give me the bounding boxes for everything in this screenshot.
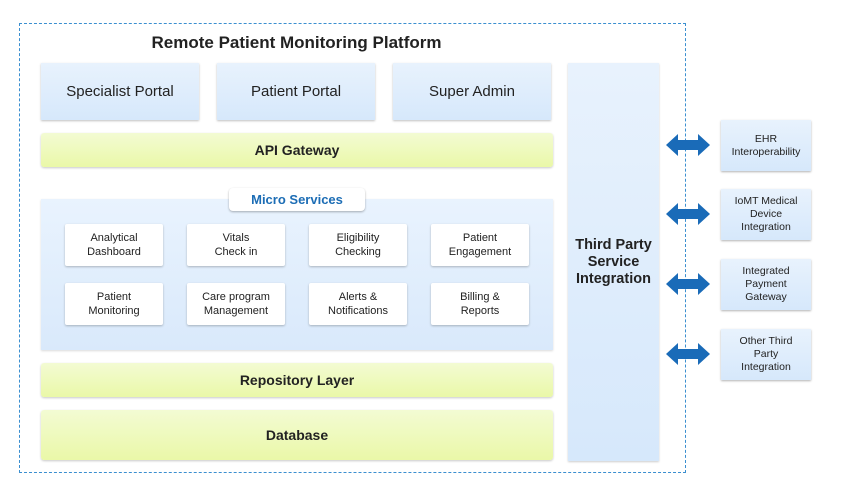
third-party-service-integration-column: Third Party Service Integration: [568, 63, 659, 461]
bidirectional-arrow-icon: [666, 273, 710, 295]
service-analytical-dashboard: Analytical Dashboard: [65, 224, 163, 266]
patient-portal-box: Patient Portal: [217, 63, 375, 120]
bidirectional-arrow-icon: [666, 134, 710, 156]
service-eligibility-checking: Eligibility Checking: [309, 224, 407, 266]
bidirectional-arrow-icon: [666, 343, 710, 365]
integration-payment-gateway: Integrated Payment Gateway: [721, 259, 811, 310]
service-care-program-management: Care program Management: [187, 283, 285, 325]
integration-other-third-party: Other Third Party Integration: [721, 329, 811, 380]
service-patient-monitoring: Patient Monitoring: [65, 283, 163, 325]
integration-ehr-interoperability: EHR Interoperability: [721, 120, 811, 171]
repository-layer: Repository Layer: [41, 363, 553, 397]
diagram-title: Remote Patient Monitoring Platform: [151, 33, 442, 52]
bidirectional-arrow-icon: [666, 203, 710, 225]
service-billing-reports: Billing & Reports: [431, 283, 529, 325]
super-admin-box: Super Admin: [393, 63, 551, 120]
micro-services-panel: [41, 199, 553, 350]
integration-iomt-medical-device: IoMT Medical Device Integration: [721, 189, 811, 240]
service-vitals-check-in: Vitals Check in: [187, 224, 285, 266]
api-gateway-layer: API Gateway: [41, 133, 553, 167]
micro-services-label: Micro Services: [229, 188, 365, 211]
specialist-portal-box: Specialist Portal: [41, 63, 199, 120]
database-layer: Database: [41, 410, 553, 460]
service-alerts-notifications: Alerts & Notifications: [309, 283, 407, 325]
service-patient-engagement: Patient Engagement: [431, 224, 529, 266]
